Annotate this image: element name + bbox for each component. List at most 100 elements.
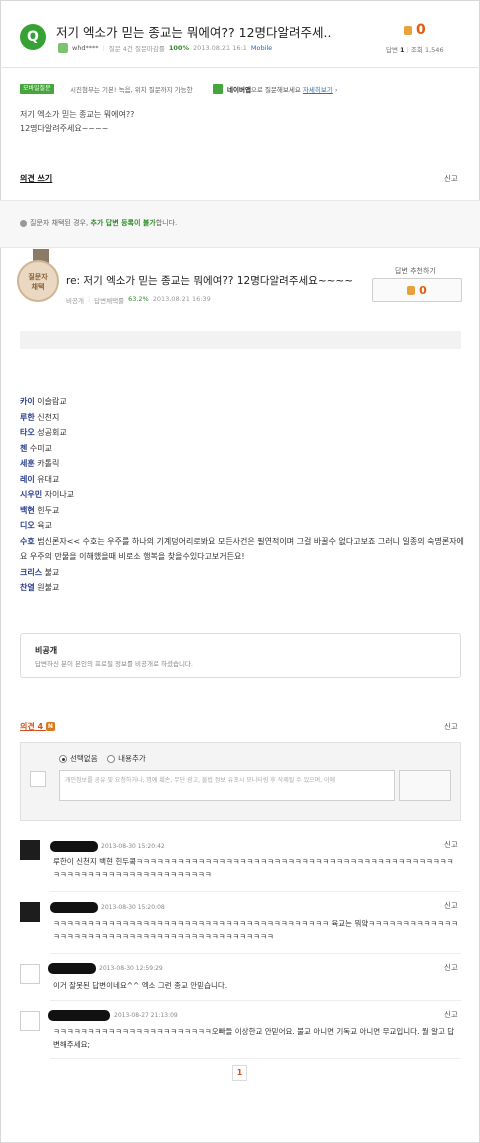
- member-name: 세훈: [20, 459, 35, 468]
- private-title: 비공개: [35, 646, 58, 655]
- member-name: 타오: [20, 428, 35, 437]
- answer-line: 수호 범신론자<< 수호는 우주를 하나의 기계덩어리로봐요 모든사건은 필연적…: [20, 534, 465, 565]
- member-religion: 성공회교: [37, 428, 67, 437]
- opinions-label: 의견: [20, 722, 35, 731]
- report-opinions-link[interactable]: 신고: [444, 721, 458, 732]
- page-1-button[interactable]: 1: [232, 1065, 247, 1081]
- report-comment-link[interactable]: 신고: [444, 900, 458, 911]
- comment-divider: [50, 1000, 461, 1001]
- member-name: 첸: [20, 443, 28, 453]
- naver-app-icon: [213, 84, 223, 94]
- header-divider: [0, 67, 480, 68]
- comment-date: 2013-08-30 15:20:08: [101, 904, 165, 911]
- commenter-name-redacted: [48, 1010, 110, 1021]
- comment-divider: [50, 953, 461, 954]
- radio-icon: [107, 755, 116, 763]
- medal-line: 채택: [31, 283, 45, 291]
- question-close-rate: 100%: [168, 44, 189, 52]
- answer-line: 디오 육교: [20, 518, 465, 534]
- selected-medal-icon: 질문자 채택: [17, 260, 59, 302]
- comment-text: ㅋㅋㅋㅋㅋㅋㅋㅋㅋㅋㅋㅋㅋㅋㅋㅋㅋㅋㅋㅋㅋㅋㅋㅋㅋㅋㅋㅋㅋㅋㅋㅋㅋㅋㅋㅋㅋㅋㅋㅋ…: [53, 919, 458, 941]
- member-religion: 이슬람교: [37, 397, 67, 406]
- member-religion: 원불교: [37, 583, 60, 592]
- commenter-name-redacted: [50, 902, 98, 913]
- answer-toolbar: [20, 331, 461, 349]
- report-question-link[interactable]: 신고: [444, 173, 458, 184]
- answer-line: 크리스 불교: [20, 565, 465, 581]
- comment-divider: [50, 891, 461, 892]
- report-comment-link[interactable]: 신고: [444, 839, 458, 850]
- comment-date: 2013-08-30 15:20:42: [101, 843, 165, 850]
- member-religion: 불교: [44, 567, 60, 577]
- question-title: 저기 엑소가 믿는 종교는 뭐에여?? 12명다알려주세..: [56, 25, 332, 40]
- option-add-label: 내용추가: [118, 754, 146, 763]
- answer-line: 루한 신천지: [20, 410, 465, 426]
- question-body: 저기 엑소가 믿는 종교는 뭐에여?? 12명다알려주세요~~~~: [20, 108, 134, 136]
- member-name: 레이: [20, 474, 35, 484]
- question-meta: whd**** | 질문 4건 질문마감률 100% 2013.08.21 16…: [58, 43, 272, 53]
- answer-title: re: 저기 엑소가 믿는 종교는 뭐에여?? 12명다알려주세요~~~~: [66, 275, 354, 287]
- default-avatar-icon: [20, 1011, 40, 1031]
- option-none-label: 선택없음: [70, 754, 98, 763]
- question-user[interactable]: whd****: [72, 44, 99, 52]
- view-count: 1,546: [424, 46, 444, 54]
- naver-app-name: 네이버앱: [227, 86, 251, 94]
- answer-label: 답변: [386, 46, 398, 54]
- new-badge: N: [45, 722, 55, 731]
- report-comment-link[interactable]: 신고: [444, 1009, 458, 1020]
- question-stats: 답변 1 | 조회 1,546: [386, 44, 444, 54]
- write-opinion-link[interactable]: 의견 쓰기: [20, 173, 52, 184]
- comment-date: 2013-08-30 12:59:29: [99, 965, 163, 972]
- answer-line: 레이 유대교: [20, 472, 465, 488]
- answer-line: 타오 성공회교: [20, 425, 465, 441]
- comment-divider: [50, 1058, 461, 1059]
- info-text: 질문자 채택된 경우, 추가 답변 등록이 불가합니다.: [20, 218, 177, 228]
- default-avatar-icon: [20, 964, 40, 984]
- comment-type-options: 선택없음 내용추가: [59, 753, 146, 764]
- detail-link[interactable]: 자세히보기: [303, 86, 333, 94]
- thumbs-up-icon: [404, 25, 412, 35]
- member-religion: 자이나교: [44, 490, 75, 499]
- answer-line: 세훈 카톨릭: [20, 456, 465, 472]
- member-religion: 신천지: [37, 412, 60, 422]
- member-name: 시우민: [20, 490, 43, 499]
- opinions-header[interactable]: 의견 4 N: [20, 721, 55, 732]
- commenter-avatar: [20, 902, 40, 922]
- answer-date: 2013.08.21 16:39: [152, 295, 211, 303]
- answer-line: 카이 이슬람교: [20, 394, 465, 410]
- question-vote[interactable]: 0: [404, 22, 426, 38]
- comment-date: 2013-08-27 21:13:09: [114, 1012, 178, 1019]
- mobile-tag: Mobile: [250, 44, 273, 52]
- private-profile-box: [20, 633, 461, 678]
- answer-line: 시우민 자이나교: [20, 487, 465, 503]
- comment-text: 이거 잘못된 답변이네요^^ 엑소 그런 종교 안믿습니다.: [53, 981, 228, 990]
- question-date: 2013.08.21 16:1: [192, 44, 247, 52]
- option-add[interactable]: 내용추가: [107, 754, 146, 763]
- commenter-avatar: [20, 840, 40, 860]
- thumbs-up-icon: [407, 285, 416, 295]
- answer-meta: 비공개 | 답변채택률 63.2% 2013.08.21 16:39: [66, 295, 211, 305]
- answer-body: 카이 이슬람교 루한 신천지 타오 성공회교 첸 수미교 세훈 카톨릭 레이 유대교 시우민…: [20, 394, 465, 596]
- answer-line: 찬열 원불교: [20, 580, 465, 596]
- member-name: 카이: [20, 397, 35, 406]
- answer-line: 백현 힌두교: [20, 503, 465, 519]
- member-name: 루한: [20, 412, 35, 422]
- comment-text: 루한이 신천지 백현 힌두콬ㅋㅋㅋㅋㅋㅋㅋㅋㅋㅋㅋㅋㅋㅋㅋㅋㅋㅋㅋㅋㅋㅋㅋㅋㅋㅋ…: [53, 857, 454, 879]
- private-desc: 답변하신 분이 본인의 프로필 정보를 비공개로 하셨습니다.: [35, 660, 193, 668]
- comment-input[interactable]: 개인정보를 공유 및 요청하거나, 명예 훼손, 무단 광고, 불법 정보 유포…: [59, 770, 395, 801]
- chevron-right-icon: ›: [332, 86, 338, 94]
- report-comment-link[interactable]: 신고: [444, 962, 458, 973]
- form-avatar-icon: [30, 771, 46, 787]
- recommend-button[interactable]: 0: [372, 278, 462, 302]
- naver-suffix: 으로 질문해보세요: [250, 86, 301, 94]
- member-name: 크리스: [20, 567, 43, 577]
- user-avatar-icon: [58, 43, 68, 53]
- view-label: 조회: [410, 46, 423, 54]
- option-none[interactable]: 선택없음: [59, 754, 98, 763]
- comment-submit-button[interactable]: [399, 770, 451, 801]
- question-body-line: 12명다알려주세요~~~~: [20, 124, 109, 133]
- radio-checked-icon: [59, 755, 67, 763]
- question-badge: Q: [20, 24, 46, 50]
- recommend-label: 답변 추천하기: [395, 267, 436, 275]
- info-text-pre: 질문자 채택된 경우,: [30, 219, 89, 227]
